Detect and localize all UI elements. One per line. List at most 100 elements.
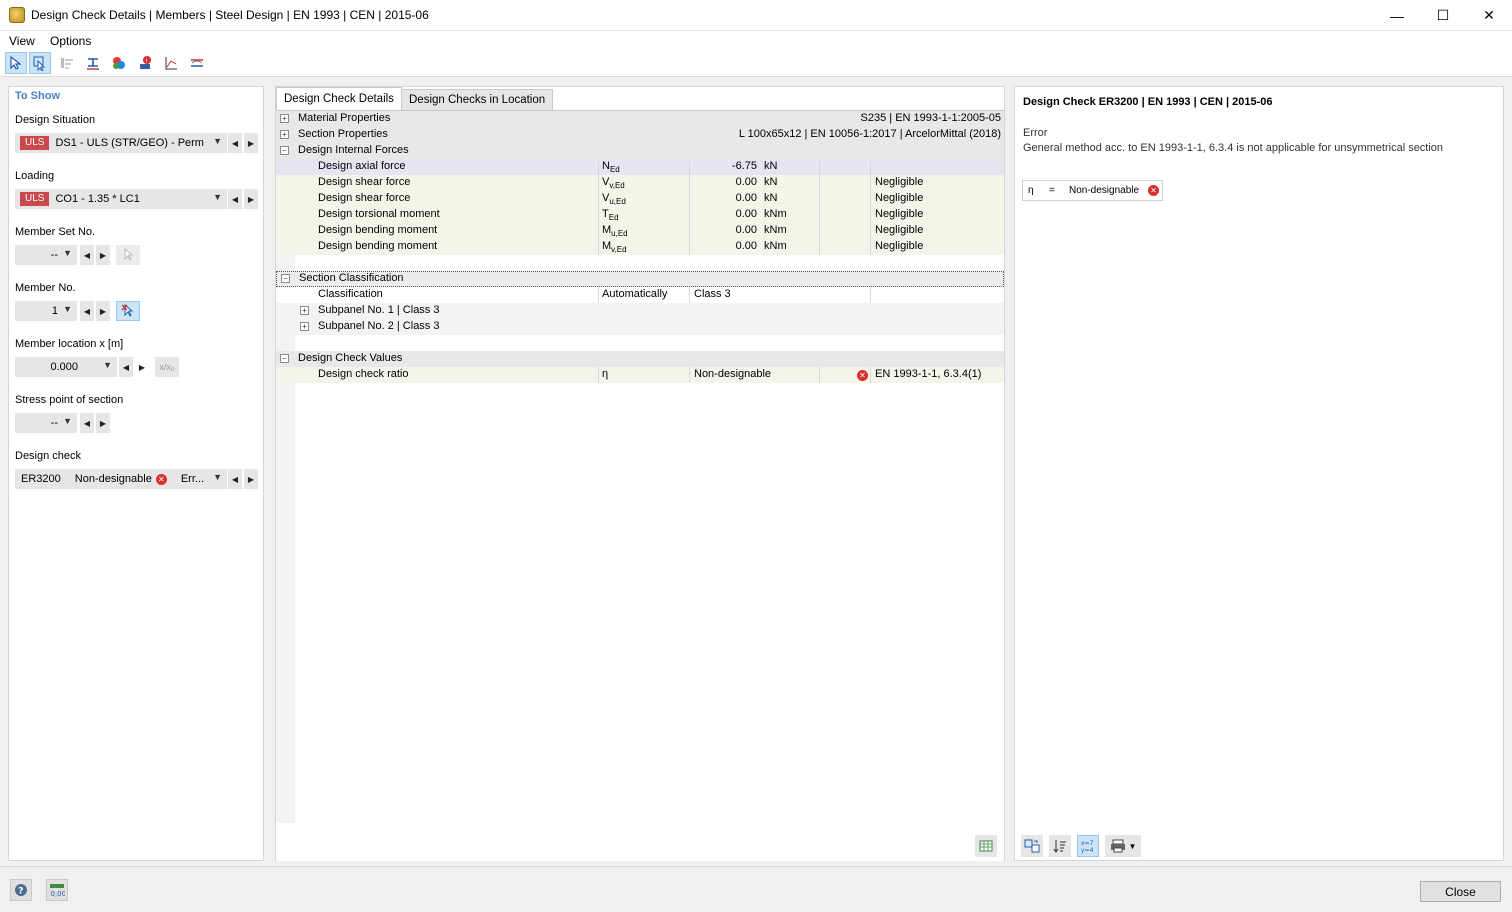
collapse-icon[interactable]: − bbox=[281, 274, 290, 283]
sort-list-icon[interactable] bbox=[1049, 835, 1071, 857]
expand-icon[interactable]: + bbox=[280, 130, 289, 139]
force-unit: kN bbox=[764, 160, 778, 172]
group-material-properties[interactable]: + Material Properties S235 | EN 1993-1-1… bbox=[276, 111, 1004, 127]
previous-arrow-icon[interactable]: ◀ bbox=[80, 413, 94, 433]
tab-design-check-details[interactable]: Design Check Details bbox=[276, 87, 402, 110]
table-row[interactable]: Design torsional moment TEd 0.00 kNm Neg… bbox=[276, 207, 1004, 223]
diagram-icon[interactable] bbox=[160, 52, 182, 74]
maximize-button[interactable]: ☐ bbox=[1420, 0, 1466, 31]
check-description-panel: Design Check ER3200 | EN 1993 | CEN | 20… bbox=[1014, 86, 1504, 861]
export-table-icon[interactable] bbox=[975, 835, 997, 857]
collapse-icon[interactable]: − bbox=[280, 354, 289, 363]
decimal-places-icon[interactable]: 0,00 bbox=[46, 879, 68, 901]
check-ratio-name: Design check ratio bbox=[318, 368, 409, 380]
expand-icon[interactable]: + bbox=[300, 306, 309, 315]
eta-symbol: η bbox=[1028, 185, 1034, 196]
details-panel: Design Check Details Design Checks in Lo… bbox=[275, 86, 1005, 861]
classification-value: Class 3 bbox=[694, 288, 731, 300]
loading-select[interactable]: ULS CO1 - 1.35 * LC1 ▼ bbox=[15, 189, 227, 209]
force-value: 0.00 bbox=[735, 224, 757, 236]
menu-options[interactable]: Options bbox=[50, 34, 91, 48]
svg-text:?: ? bbox=[18, 887, 23, 897]
stress-point-value: -- bbox=[50, 417, 58, 429]
force-symbol: Mu,Ed bbox=[602, 224, 628, 239]
table-row[interactable]: Design check ratio η Non-designable ✕ EN… bbox=[276, 367, 1004, 383]
select-member-icon[interactable] bbox=[5, 52, 27, 74]
group-design-check-values[interactable]: − Design Check Values bbox=[276, 351, 1004, 367]
previous-arrow-icon[interactable]: ◀ bbox=[228, 189, 242, 209]
table-row[interactable]: + Subpanel No. 2 | Class 3 bbox=[276, 319, 1004, 335]
previous-arrow-icon[interactable]: ◀ bbox=[119, 357, 133, 377]
force-value: 0.00 bbox=[735, 192, 757, 204]
next-arrow-icon[interactable]: ▶ bbox=[244, 133, 258, 153]
design-check-title: Design Check ER3200 | EN 1993 | CEN | 20… bbox=[1023, 96, 1273, 108]
member-set-select[interactable]: -- ▼ bbox=[15, 245, 77, 265]
print-icon[interactable]: ▼ bbox=[1105, 835, 1141, 857]
previous-arrow-icon[interactable]: ◀ bbox=[228, 469, 242, 489]
table-row[interactable]: Classification Automatically Class 3 bbox=[276, 287, 1004, 303]
loading-value: CO1 - 1.35 * LC1 bbox=[55, 193, 140, 205]
window-title: Design Check Details | Members | Steel D… bbox=[31, 8, 429, 22]
expand-icon[interactable]: + bbox=[300, 322, 309, 331]
table-row[interactable]: Design axial force NEd -6.75 kN bbox=[276, 159, 1004, 175]
align-icon[interactable] bbox=[56, 52, 78, 74]
swap-icon[interactable] bbox=[1021, 835, 1043, 857]
bottom-bar: ? 0,00 Close bbox=[0, 866, 1512, 912]
formula-icon[interactable]: x=7 y=4 bbox=[1077, 835, 1099, 857]
design-check-select[interactable]: ER3200 Non-designable ✕ Err... ▼ bbox=[15, 469, 227, 489]
next-arrow-icon[interactable]: ▶ bbox=[244, 189, 258, 209]
member-no-value: 1 bbox=[51, 305, 58, 317]
next-arrow-icon[interactable]: ▶ bbox=[96, 301, 110, 321]
loading-label: Loading bbox=[15, 170, 55, 182]
next-arrow-icon[interactable]: ▶ bbox=[244, 469, 258, 489]
help-icon[interactable]: ? bbox=[10, 879, 32, 901]
pick-member-icon[interactable] bbox=[116, 301, 140, 321]
select-location-icon[interactable] bbox=[29, 52, 51, 74]
pick-member-set-icon[interactable] bbox=[116, 245, 140, 265]
force-value: -6.75 bbox=[731, 160, 757, 172]
table-row[interactable]: + Subpanel No. 1 | Class 3 bbox=[276, 303, 1004, 319]
member-no-select[interactable]: 1 ▼ bbox=[15, 301, 77, 321]
minimize-button[interactable]: — bbox=[1374, 0, 1420, 31]
member-diagram-icon[interactable] bbox=[186, 52, 208, 74]
force-symbol: Vu,Ed bbox=[602, 192, 626, 207]
table-row[interactable]: Design shear force Vv,Ed 0.00 kN Negligi… bbox=[276, 175, 1004, 191]
next-arrow-icon[interactable]: ▶ bbox=[96, 245, 110, 265]
design-situation-label: Design Situation bbox=[15, 114, 96, 126]
force-name: Design torsional moment bbox=[318, 208, 440, 220]
relative-location-button[interactable]: x/x₀ bbox=[155, 357, 179, 377]
force-value: 0.00 bbox=[735, 240, 757, 252]
svg-text:y=4: y=4 bbox=[1081, 847, 1094, 854]
previous-arrow-icon[interactable]: ◀ bbox=[80, 301, 94, 321]
close-button[interactable]: Close bbox=[1420, 881, 1501, 902]
info-marker-icon[interactable]: i bbox=[134, 52, 156, 74]
group-section-classification[interactable]: − Section Classification bbox=[276, 271, 1004, 287]
section-icon[interactable] bbox=[82, 52, 104, 74]
color-legend-icon[interactable] bbox=[108, 52, 130, 74]
eta-value: Non-designable bbox=[1069, 185, 1140, 196]
next-arrow-icon[interactable]: ▶ bbox=[96, 413, 110, 433]
to-show-header: To Show bbox=[15, 90, 61, 102]
previous-arrow-icon[interactable]: ◀ bbox=[228, 133, 242, 153]
design-situation-select[interactable]: ULS DS1 - ULS (STR/GEO) - Perm... ▼ bbox=[15, 133, 227, 153]
menu-view[interactable]: View bbox=[9, 34, 35, 48]
group-design-internal-forces[interactable]: − Design Internal Forces bbox=[276, 143, 1004, 159]
member-location-select[interactable]: 0.000 ▼ bbox=[15, 357, 117, 377]
next-arrow-icon[interactable]: ▶ bbox=[135, 357, 149, 377]
chevron-down-icon: ▼ bbox=[213, 136, 222, 146]
table-row[interactable]: Design shear force Vu,Ed 0.00 kN Negligi… bbox=[276, 191, 1004, 207]
stress-point-select[interactable]: -- ▼ bbox=[15, 413, 77, 433]
previous-arrow-icon[interactable]: ◀ bbox=[80, 245, 94, 265]
force-name: Design shear force bbox=[318, 192, 411, 204]
table-row[interactable]: Design bending moment Mv,Ed 0.00 kNm Neg… bbox=[276, 239, 1004, 255]
table-row[interactable]: Design bending moment Mu,Ed 0.00 kNm Neg… bbox=[276, 223, 1004, 239]
design-check-label: Design check bbox=[15, 450, 82, 462]
member-location-label: Member location x [m] bbox=[15, 338, 124, 350]
tab-design-checks-in-location[interactable]: Design Checks in Location bbox=[401, 89, 554, 110]
group-label: Material Properties bbox=[298, 112, 391, 124]
group-section-properties[interactable]: + Section Properties L 100x65x12 | EN 10… bbox=[276, 127, 1004, 143]
collapse-icon[interactable]: − bbox=[280, 146, 289, 155]
expand-icon[interactable]: + bbox=[280, 114, 289, 123]
check-ratio-symbol: η bbox=[602, 368, 609, 380]
close-window-button[interactable]: ✕ bbox=[1466, 0, 1512, 31]
